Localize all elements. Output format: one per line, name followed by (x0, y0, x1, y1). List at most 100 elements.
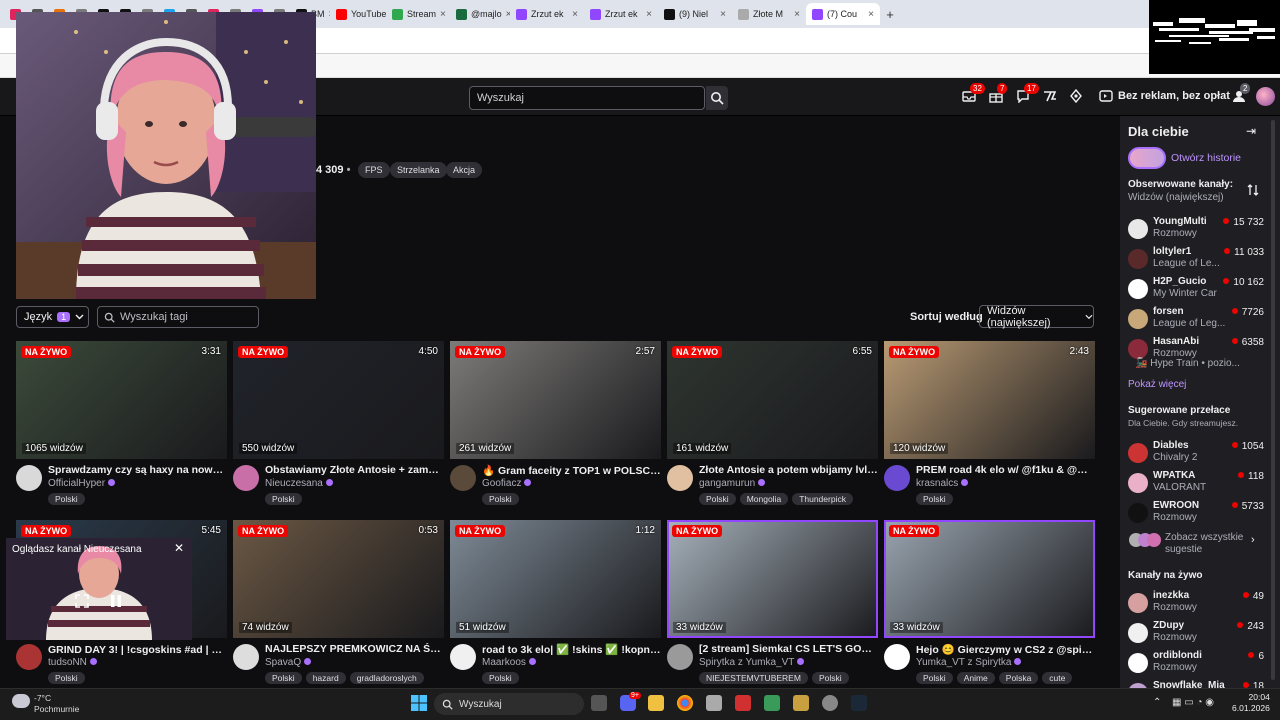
channel-avatar[interactable] (667, 644, 693, 670)
browser-tab[interactable]: (9) Niel × (658, 3, 732, 25)
stream-card[interactable]: NA ŻYWO 2:43 120 widzów PREM road 4k elo w/… (884, 341, 1096, 515)
windows-start-icon[interactable] (411, 695, 427, 714)
sidebar-channel[interactable]: loltyler1 League of Le... 11 033 (1128, 246, 1264, 276)
channel-avatar[interactable] (16, 465, 42, 491)
sort-select[interactable]: Widzów (największej) (979, 305, 1094, 329)
stream-tag[interactable]: Polski (811, 672, 849, 684)
close-tab-icon[interactable]: × (646, 9, 652, 20)
new-tab-button[interactable]: + (880, 7, 900, 22)
browser-tab[interactable]: Złote M × (732, 3, 806, 25)
stream-title[interactable]: Sprawdzamy czy są haxy na nowym V... (48, 464, 228, 476)
channel-avatar[interactable] (667, 465, 693, 491)
stories-avatars[interactable] (1128, 147, 1166, 169)
category-tag[interactable]: FPS (358, 162, 390, 178)
clock[interactable]: 20:04 6.01.2026 (1232, 692, 1270, 714)
browser-tab[interactable]: Stream × (386, 3, 450, 25)
channel-avatar[interactable] (450, 644, 476, 670)
inbox-button[interactable]: 32 (962, 83, 985, 105)
sidebar-channel[interactable]: Diables Chivalry 2 1054 (1128, 440, 1264, 470)
app-icon[interactable] (735, 695, 751, 711)
stream-title[interactable]: Hejo 😊 Gierczymy w CS2 z @spirytk... (916, 643, 1096, 656)
chevron-right-icon[interactable]: › (1251, 534, 1255, 546)
sidebar-channel[interactable]: ZDupy Rozmowy 243 (1128, 620, 1264, 650)
prime-button[interactable] (1069, 88, 1085, 105)
stream-card[interactable]: NA ŻYWO 1:12 51 widzów road to 3k elo| ✅ !s… (450, 520, 662, 694)
stream-title[interactable]: road to 3k elo| ✅ !skins ✅ !kopniak ... (482, 643, 662, 656)
app-icon[interactable] (793, 695, 809, 711)
stream-tag[interactable]: Polski (265, 493, 302, 505)
drops-button[interactable]: 7 (989, 83, 1008, 105)
stream-tag[interactable]: Polska (998, 672, 1039, 684)
open-stories-link[interactable]: Otwórz historie (1171, 152, 1241, 164)
browser-tab[interactable]: (7) Cou × (806, 3, 880, 25)
sidebar-channel[interactable]: YoungMulti Rozmowy 15 732 (1128, 216, 1264, 246)
pause-icon[interactable] (110, 594, 122, 611)
close-tab-icon[interactable]: × (794, 9, 800, 20)
channel-name[interactable]: Maarkoos (482, 657, 536, 668)
stream-tag[interactable]: cute (1042, 672, 1073, 684)
stream-card[interactable]: NA ŻYWO 33 widzów Hejo 😊 Gierczymy w CS2 z… (884, 520, 1096, 694)
show-more-link[interactable]: Pokaż więcej (1128, 379, 1186, 390)
stream-card[interactable]: NA ŻYWO 4:50 550 widzów Obstawiamy Złote An… (233, 341, 445, 515)
stream-thumbnail[interactable]: NA ŻYWO 3:31 1065 widzów (16, 341, 227, 459)
stream-tag[interactable]: Polski (482, 493, 519, 505)
stream-tag[interactable]: Mongolia (739, 493, 789, 505)
channel-name[interactable]: Nieuczesana (265, 478, 333, 489)
bits-button[interactable]: 2 (1231, 83, 1251, 105)
tray-chevron-icon[interactable]: ⌃ (1153, 697, 1161, 708)
close-icon[interactable]: ✕ (174, 541, 184, 555)
channel-avatar[interactable] (450, 465, 476, 491)
stream-thumbnail[interactable]: NA ŻYWO 2:57 261 widzów (450, 341, 661, 459)
file-explorer-icon[interactable] (648, 695, 664, 711)
stream-title[interactable]: GRIND DAY 3! | !csgoskins #ad | 🎁 !p... (48, 643, 228, 656)
user-avatar[interactable] (1256, 87, 1275, 106)
stream-thumbnail[interactable]: NA ŻYWO 4:50 550 widzów (233, 341, 444, 459)
stream-thumbnail[interactable]: NA ŻYWO 1:12 51 widzów (450, 520, 661, 638)
browser-tab[interactable]: Zrzut ek × (510, 3, 584, 25)
stream-title[interactable]: [2 stream] Siemka! CS LET'S GOO! z/... (699, 643, 879, 655)
stream-card[interactable]: NA ŻYWO 0:53 74 widzów NAJLEPSZY PREMKOWICZ… (233, 520, 445, 694)
channel-name[interactable]: tudsoNN (48, 657, 97, 668)
taskbar-search[interactable]: Wyszukaj (434, 693, 584, 715)
browser-tab[interactable]: YouTube× (330, 3, 386, 25)
followed-sort[interactable]: Widzów (największej) (1128, 192, 1224, 203)
language-filter-button[interactable]: Język 1 (16, 306, 89, 328)
category-tag[interactable]: Akcja (446, 162, 483, 178)
sidebar-channel[interactable]: EWROON Rozmowy 5733 (1128, 500, 1264, 530)
stream-thumbnail[interactable]: NA ŻYWO 33 widzów (667, 520, 878, 638)
sidebar-channel[interactable]: ordiblondi Rozmowy 6 (1128, 650, 1264, 680)
steam-icon[interactable] (851, 695, 867, 711)
category-tag[interactable]: Strzelanka (390, 162, 447, 178)
chrome-icon[interactable] (677, 695, 693, 711)
sidebar-channel[interactable]: inezkka Rozmowy 49 (1128, 590, 1264, 620)
channel-avatar[interactable] (16, 644, 42, 670)
see-all-suggestions-link[interactable]: Zobacz wszystkie sugestie (1165, 532, 1255, 556)
stream-card[interactable]: NA ŻYWO 2:57 261 widzów 🔥 Gram faceity z TO… (450, 341, 662, 515)
fullscreen-icon[interactable] (75, 594, 89, 611)
notifications-button[interactable]: 17 (1016, 83, 1039, 105)
stream-tag[interactable]: Polski (916, 493, 953, 505)
stream-card[interactable]: NA ŻYWO 3:31 1065 widzów Sprawdzamy czy są … (16, 341, 228, 515)
weather-widget[interactable]: -7°C Pochmurnie (34, 693, 79, 715)
stream-tag[interactable]: Polski (48, 493, 85, 505)
stream-tag[interactable]: gradladoroslych (349, 672, 424, 684)
tag-search-input[interactable]: Wyszukaj tagi (97, 306, 259, 328)
stream-card[interactable]: NA ŻYWO 33 widzów [2 stream] Siemka! CS LE… (667, 520, 879, 694)
stream-tag[interactable]: Anime (956, 672, 995, 684)
stream-tag[interactable]: hazard (305, 672, 346, 684)
channel-name[interactable]: Spirytka z Yumka_VT (699, 657, 805, 668)
stream-title[interactable]: Obstawiamy Złote Antosie + zamówił... (265, 464, 445, 476)
stream-tag[interactable]: NIEJESTEMVTUBEREM (699, 672, 808, 684)
close-tab-icon[interactable]: × (572, 9, 578, 20)
channel-name[interactable]: OfficialHyper (48, 478, 116, 489)
browser-tab[interactable]: Zrzut ek × (584, 3, 658, 25)
channel-name[interactable]: gangamurun (699, 478, 766, 489)
ad-free-button[interactable]: Bez reklam, bez opłat (1099, 90, 1230, 102)
stream-title[interactable]: PREM road 4k elo w/ @f1ku & @mchk_ (916, 464, 1096, 476)
stream-tag[interactable]: Polski (699, 493, 736, 505)
channel-avatar[interactable] (884, 644, 910, 670)
channel-name[interactable]: Goofiacz (482, 478, 532, 489)
stream-title[interactable]: NAJLEPSZY PREMKOWICZ NA ŚWIEC... (265, 643, 445, 655)
stream-card[interactable]: NA ŻYWO 6:55 161 widzów Złote Antosie a pot… (667, 341, 879, 515)
app-icon[interactable] (706, 695, 722, 711)
